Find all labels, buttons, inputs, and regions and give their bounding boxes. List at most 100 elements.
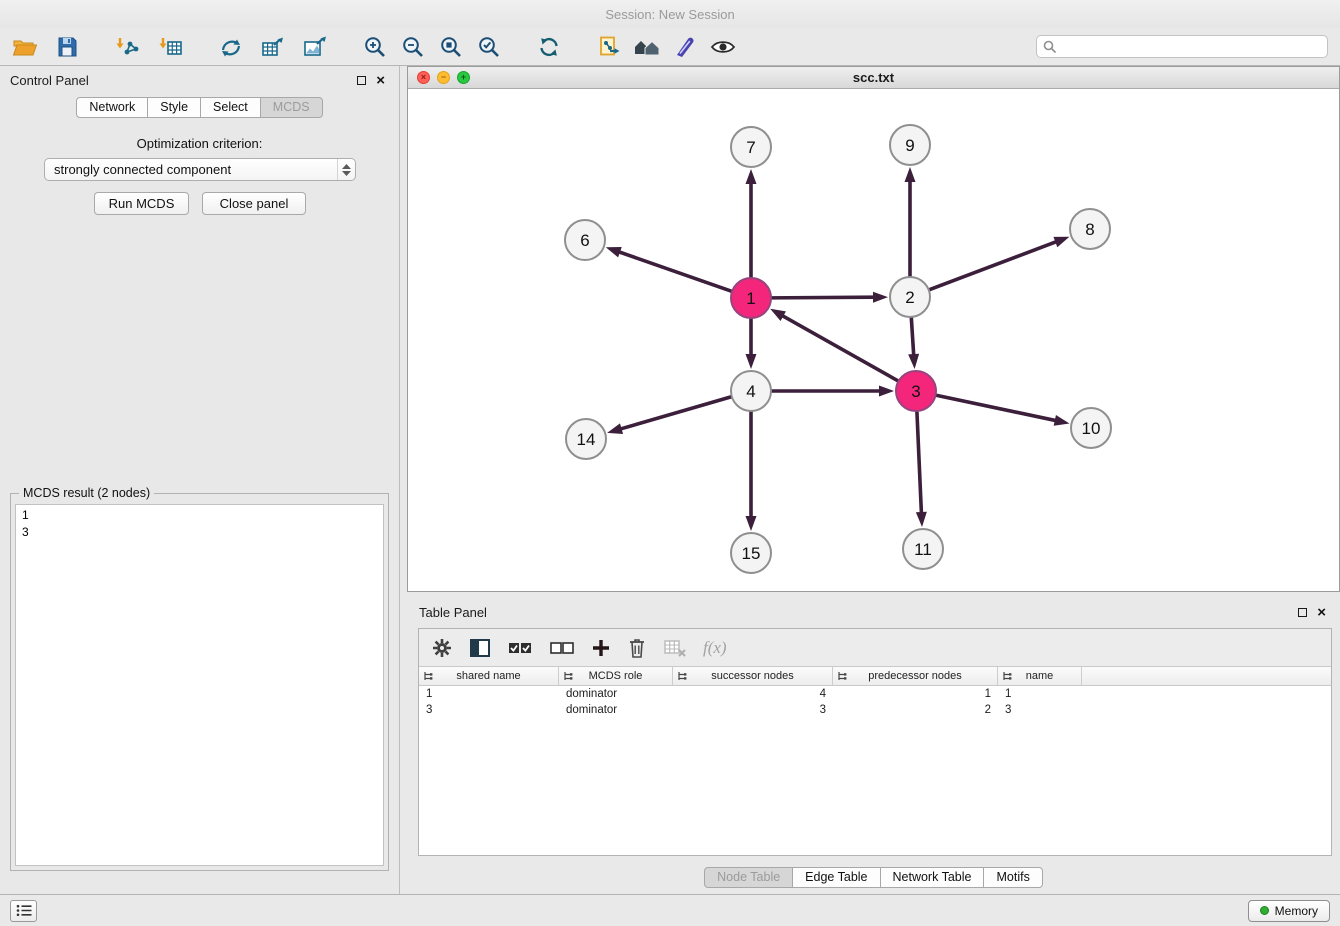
edge-arrowhead-icon — [746, 354, 757, 369]
graph-node-3[interactable]: 3 — [896, 371, 936, 411]
close-panel-icon[interactable]: × — [376, 73, 385, 88]
sort-branch-icon — [837, 671, 847, 681]
tab-edge-table[interactable]: Edge Table — [792, 867, 880, 888]
tab-select[interactable]: Select — [200, 97, 261, 118]
table-row[interactable]: 3dominator323 — [419, 702, 1331, 718]
automation-panel-button[interactable] — [10, 900, 37, 922]
float-panel-icon[interactable] — [357, 76, 366, 85]
show-hide-button[interactable] — [706, 32, 740, 62]
network-graph: 7 9 6 8 1 2 4 3 14 10 15 11 — [408, 89, 1339, 592]
tab-network[interactable]: Network — [76, 97, 148, 118]
zoom-window-icon[interactable]: + — [457, 71, 470, 84]
mcds-result-list[interactable]: 13 — [15, 504, 384, 866]
export-table-button[interactable] — [256, 32, 290, 62]
edge-arrowhead-icon — [1053, 237, 1069, 247]
graph-edge-3-11[interactable] — [916, 411, 927, 527]
memory-button[interactable]: Memory — [1248, 900, 1330, 922]
export-image-button[interactable] — [298, 32, 332, 62]
tab-motifs[interactable]: Motifs — [983, 867, 1042, 888]
zoom-selected-button[interactable] — [472, 32, 506, 62]
edge-arrowhead-icon — [746, 169, 757, 184]
graph-edge-4-14[interactable] — [607, 397, 732, 434]
tab-network-table[interactable]: Network Table — [880, 867, 985, 888]
dropdown-stepper-icon — [337, 159, 355, 180]
select-all-columns-button[interactable] — [507, 638, 533, 658]
network-overview-button[interactable] — [630, 32, 664, 62]
graph-edge-4-15[interactable] — [746, 411, 757, 531]
delete-column-button[interactable] — [627, 637, 647, 659]
clone-network-button[interactable] — [214, 32, 248, 62]
column-header-predecessor-nodes[interactable]: predecessor nodes — [833, 667, 998, 685]
close-window-icon[interactable]: × — [417, 71, 430, 84]
graph-node-11[interactable]: 11 — [903, 529, 943, 569]
network-window-titlebar: × − + scc.txt — [408, 67, 1339, 89]
workspace-area: × − + scc.txt 7968124314101511 Table Pan… — [407, 66, 1340, 894]
close-table-panel-icon[interactable]: × — [1317, 605, 1326, 620]
zoom-fit-button[interactable] — [434, 32, 468, 62]
zoom-out-button[interactable] — [396, 32, 430, 62]
trash-icon — [627, 637, 647, 659]
run-mcds-button[interactable]: Run MCDS — [94, 192, 189, 215]
node-table-header: shared nameMCDS rolesuccessor nodesprede… — [419, 667, 1331, 686]
tab-style[interactable]: Style — [147, 97, 201, 118]
graph-node-8[interactable]: 8 — [1070, 209, 1110, 249]
graph-edge-3-1[interactable] — [770, 309, 898, 381]
save-session-button[interactable] — [50, 32, 84, 62]
save-icon — [55, 35, 79, 59]
graph-edge-3-10[interactable] — [936, 395, 1070, 426]
select-all-icon — [507, 638, 533, 658]
graph-edge-1-4[interactable] — [746, 318, 757, 369]
graph-node-4[interactable]: 4 — [731, 371, 771, 411]
graph-node-7[interactable]: 7 — [731, 127, 771, 167]
graph-node-14[interactable]: 14 — [566, 419, 606, 459]
graph-node-9[interactable]: 9 — [890, 125, 930, 165]
tab-mcds[interactable]: MCDS — [260, 97, 323, 118]
graph-edge-1-2[interactable] — [771, 292, 888, 303]
graph-node-6[interactable]: 6 — [565, 220, 605, 260]
graph-edge-4-3[interactable] — [771, 386, 894, 397]
open-file-button[interactable] — [8, 32, 42, 62]
column-header-mcds-role[interactable]: MCDS role — [559, 667, 673, 685]
close-panel-button[interactable]: Close panel — [202, 192, 306, 215]
optimization-criterion-label: Optimization criterion: — [0, 136, 399, 151]
graph-edge-2-3[interactable] — [908, 317, 919, 369]
refresh-network-button[interactable] — [532, 32, 566, 62]
network-arrows-icon — [219, 35, 243, 59]
graph-edge-2-8[interactable] — [929, 237, 1070, 290]
import-network-button[interactable] — [110, 32, 144, 62]
graph-edge-1-7[interactable] — [746, 169, 757, 278]
zoom-in-button[interactable] — [358, 32, 392, 62]
graph-node-10[interactable]: 10 — [1071, 408, 1111, 448]
node-label: 4 — [746, 382, 755, 401]
graph-node-15[interactable]: 15 — [731, 533, 771, 573]
search-input[interactable] — [1036, 35, 1328, 58]
tab-node-table[interactable]: Node Table — [704, 867, 793, 888]
style-button[interactable] — [668, 32, 702, 62]
show-columns-button[interactable] — [469, 637, 491, 659]
edge-arrowhead-icon — [1054, 415, 1070, 426]
column-header-successor-nodes[interactable]: successor nodes — [673, 667, 833, 685]
create-column-button[interactable] — [591, 638, 611, 658]
export-network-button[interactable] — [592, 32, 626, 62]
float-table-panel-icon[interactable] — [1298, 608, 1307, 617]
table-settings-button[interactable] — [431, 637, 453, 659]
window-titlebar: Session: New Session — [0, 0, 1340, 28]
graph-node-1[interactable]: 1 — [731, 278, 771, 318]
function-builder-button: f(x) — [703, 638, 727, 658]
criterion-dropdown[interactable]: strongly connected component — [44, 158, 356, 181]
column-header-name[interactable]: name — [998, 667, 1082, 685]
network-canvas[interactable]: 7 9 6 8 1 2 4 3 14 10 15 11 — [408, 89, 1339, 591]
mcds-result-groupbox: MCDS result (2 nodes) 13 — [10, 493, 389, 871]
graph-edge-2-9[interactable] — [905, 167, 916, 277]
deselect-all-columns-button[interactable] — [549, 638, 575, 658]
import-table-button[interactable] — [154, 32, 188, 62]
column-header-shared-name[interactable]: shared name — [419, 667, 559, 685]
graph-node-2[interactable]: 2 — [890, 277, 930, 317]
table-row[interactable]: 1dominator411 — [419, 686, 1331, 702]
edge-arrowhead-icon — [606, 247, 622, 257]
control-panel-title: Control Panel — [10, 73, 89, 88]
sort-branch-icon — [1002, 671, 1012, 681]
minimize-window-icon[interactable]: − — [437, 71, 450, 84]
list-icon — [16, 904, 32, 917]
graph-edge-1-6[interactable] — [606, 247, 732, 291]
